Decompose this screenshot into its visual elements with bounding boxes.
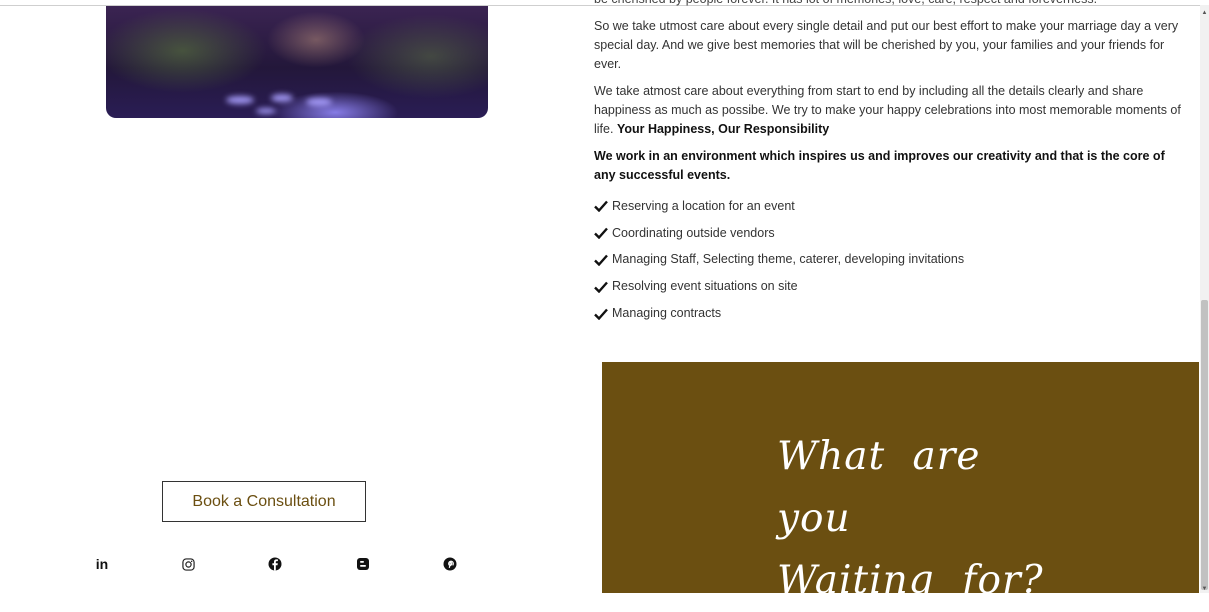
scroll-thumb[interactable]	[1201, 300, 1208, 590]
list-item: Managing Staff, Selecting theme, caterer…	[594, 247, 1189, 274]
blogger-link[interactable]	[355, 556, 371, 572]
book-consultation-button[interactable]: Book a Consultation	[162, 481, 366, 522]
services-checklist: Reserving a location for an event Coordi…	[594, 193, 1189, 327]
list-item: Resolving event situations on site	[594, 273, 1189, 300]
promo-heading: What are you Waiting for?	[777, 426, 1077, 612]
pinterest-link[interactable]	[442, 556, 458, 572]
promo-line-2: Waiting for?	[777, 558, 1044, 603]
environment-statement: We work in an environment which inspires…	[594, 149, 1165, 182]
scrollbar[interactable]: ▲ ▼	[1200, 5, 1209, 593]
instagram-icon	[181, 557, 195, 571]
list-item-label: Managing Staff, Selecting theme, caterer…	[612, 252, 965, 267]
about-content: be cherished by people forever. It has l…	[594, 0, 1189, 327]
check-icon	[594, 281, 608, 293]
linkedin-link[interactable]: in	[94, 556, 110, 572]
list-item-label: Managing contracts	[612, 306, 722, 321]
instagram-link[interactable]	[180, 556, 196, 572]
pinterest-icon	[443, 557, 457, 571]
blogger-icon	[357, 558, 369, 570]
list-item-label: Resolving event situations on site	[612, 279, 798, 294]
responsibility-tagline: Your Happiness, Our Responsibility	[616, 122, 830, 136]
list-item: Managing contracts	[594, 300, 1189, 327]
promo-line-1: What are you	[777, 434, 981, 541]
facebook-icon	[268, 557, 282, 571]
about-paragraph-1: So we take utmost care about every singl…	[594, 19, 1179, 71]
check-icon	[594, 201, 608, 213]
scroll-up-icon[interactable]: ▲	[1201, 10, 1208, 17]
check-icon	[594, 308, 608, 320]
list-item: Coordinating outside vendors	[594, 220, 1189, 247]
facebook-link[interactable]	[267, 556, 283, 572]
list-item: Reserving a location for an event	[594, 193, 1189, 220]
list-item-label: Reserving a location for an event	[612, 198, 795, 213]
check-icon	[594, 227, 608, 240]
scroll-down-icon[interactable]: ▼	[1201, 586, 1208, 593]
about-text-clipped: be cherished by people forever. It has l…	[594, 0, 1189, 9]
linkedin-icon: in	[95, 556, 109, 572]
about-paragraph-2: We take atmost care about everything fro…	[594, 82, 1189, 139]
venue-photo	[106, 6, 488, 118]
list-item-label: Coordinating outside vendors	[612, 225, 775, 240]
check-icon	[594, 254, 608, 266]
promo-banner: What are you Waiting for?	[602, 362, 1199, 603]
